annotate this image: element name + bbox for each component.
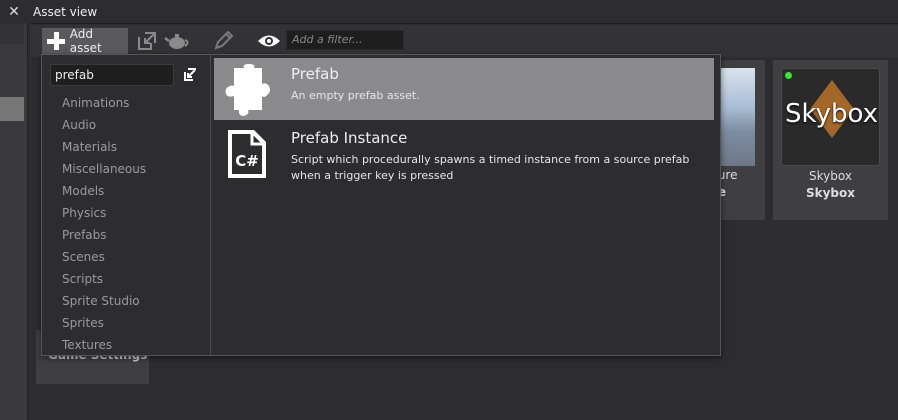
- left-panel-header: [0, 24, 24, 44]
- pencil-icon: [214, 30, 234, 50]
- category-item[interactable]: Animations: [62, 92, 202, 114]
- category-item[interactable]: Textures: [62, 334, 202, 356]
- close-icon: ✕: [8, 4, 20, 20]
- rename-button[interactable]: [210, 28, 236, 54]
- clear-search-button[interactable]: [182, 65, 200, 83]
- category-list: Animations Audio Materials Miscellaneous Mod…: [62, 92, 202, 356]
- category-item[interactable]: Models: [62, 180, 202, 202]
- category-item[interactable]: Materials: [62, 136, 202, 158]
- template-result-item[interactable]: C# Prefab Instance Script which procedural…: [214, 122, 714, 184]
- add-asset-button[interactable]: Add asset: [42, 27, 128, 55]
- category-panel: prefab Animations Audio Materials Miscellan…: [42, 55, 211, 355]
- left-panel-selected-item[interactable]: [0, 97, 24, 121]
- arrow-down-left-icon: [184, 68, 196, 81]
- category-item[interactable]: Audio: [62, 114, 202, 136]
- puzzle-icon: [220, 64, 274, 118]
- category-item[interactable]: Sprite Studio: [62, 290, 202, 312]
- svg-text:C#: C#: [235, 152, 259, 170]
- add-asset-popup: prefab Animations Audio Materials Miscellan…: [41, 54, 721, 356]
- template-title: Prefab Instance: [291, 129, 408, 147]
- teapot-button[interactable]: [164, 28, 190, 54]
- template-search-input[interactable]: prefab: [50, 64, 174, 86]
- eye-icon: [258, 35, 280, 47]
- csharp-file-icon: C#: [220, 128, 274, 182]
- skybox-label: Skybox: [809, 169, 852, 183]
- app-root: ✕ Asset view Add asset Add a filter... x…: [0, 0, 898, 420]
- status-dot-icon: [785, 72, 792, 79]
- category-item[interactable]: Prefabs: [62, 224, 202, 246]
- template-results: Prefab An empty prefab asset. C# Prefab Ins…: [214, 58, 718, 186]
- skybox-thumb-text: Skybox: [784, 99, 879, 129]
- close-panel-button[interactable]: ✕: [0, 0, 28, 24]
- skybox-type: Skybox: [805, 186, 856, 200]
- plus-icon: [46, 31, 66, 51]
- asset-view-titlebar: Asset view: [30, 0, 898, 24]
- asset-toolbar: Add asset Add a filter...: [30, 25, 898, 57]
- category-item[interactable]: Sprites: [62, 312, 202, 334]
- asset-tile-skybox[interactable]: Skybox Skybox Skybox: [773, 60, 888, 220]
- teapot-icon: [164, 34, 189, 49]
- category-item[interactable]: Scenes: [62, 246, 202, 268]
- skybox-thumbnail: Skybox: [781, 68, 880, 166]
- asset-view-title: Asset view: [33, 5, 98, 19]
- category-item[interactable]: Miscellaneous: [62, 158, 202, 180]
- template-description: Script which procedurally spawns a timed…: [291, 153, 690, 182]
- left-panel: ✕: [0, 0, 28, 420]
- import-button[interactable]: [134, 28, 160, 54]
- template-result-item[interactable]: Prefab An empty prefab asset.: [214, 58, 714, 120]
- filter-input[interactable]: Add a filter...: [286, 30, 404, 50]
- view-options-button[interactable]: [256, 28, 282, 54]
- add-asset-label: Add asset: [69, 27, 102, 55]
- category-item[interactable]: Scripts: [62, 268, 202, 290]
- template-title: Prefab: [291, 65, 339, 83]
- import-icon: [138, 32, 156, 50]
- template-description: An empty prefab asset.: [291, 89, 420, 102]
- category-item[interactable]: Physics: [62, 202, 202, 224]
